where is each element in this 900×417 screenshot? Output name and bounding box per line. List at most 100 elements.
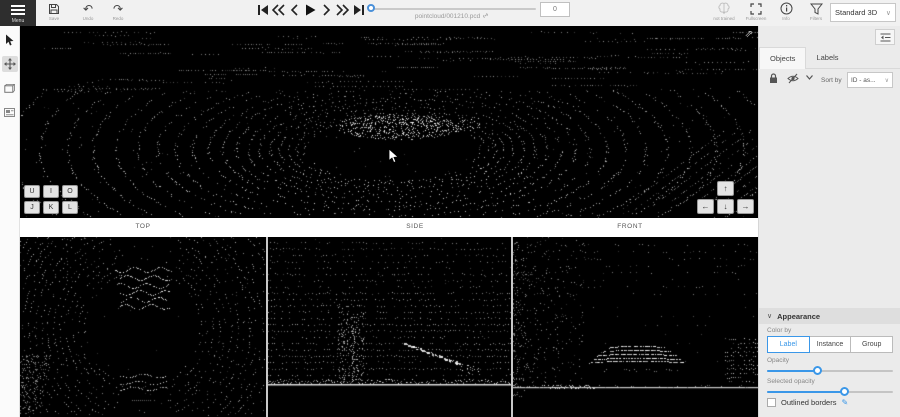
redo-icon: ↷ (113, 2, 123, 15)
move-icon (4, 58, 16, 70)
skip-end-button[interactable] (352, 3, 365, 17)
hide-eye-icon[interactable] (787, 73, 799, 84)
frame-number-input[interactable]: 0 (540, 2, 570, 17)
tab-objects[interactable]: Objects (759, 47, 806, 69)
expand-view-icon[interactable]: ⇗ (745, 29, 753, 40)
lock-icon[interactable] (769, 73, 778, 84)
objects-toolbar: Sort by ID - as... ∨ (759, 68, 900, 92)
pan-left-button[interactable]: ← (697, 199, 714, 214)
tool-sidebar (0, 26, 20, 417)
link-icon[interactable] (482, 12, 489, 19)
front-viewport[interactable] (513, 237, 758, 417)
frame-slider-track[interactable] (368, 8, 536, 10)
redo-label: Redo (113, 16, 124, 21)
filters-label: Filters (810, 16, 822, 21)
previous-frame-button[interactable] (288, 3, 301, 17)
filter-icon (810, 2, 823, 15)
front-view-canvas[interactable] (513, 237, 758, 417)
play-button[interactable] (304, 3, 317, 17)
front-view-label: FRONT (617, 223, 642, 230)
brain-icon (717, 2, 731, 15)
playback-controls (256, 3, 365, 17)
undo-button[interactable]: ↶ Undo (74, 2, 102, 25)
fullscreen-label: Fullscreen (746, 16, 767, 21)
sort-select-value: ID - as... (851, 77, 876, 84)
chevron-down-icon[interactable] (806, 75, 813, 80)
opacity-label: Opacity (767, 357, 789, 364)
selected-opacity-slider-fill (767, 391, 844, 393)
frame-slider-knob[interactable] (367, 4, 375, 12)
annotation-app: Menu Save ↶ Undo ↷ Redo (0, 0, 900, 417)
filters-button[interactable]: Filters (802, 2, 830, 25)
pan-arrow-pad: ↑ ← ↓ → (697, 181, 754, 214)
color-by-group-option[interactable]: Group (851, 336, 893, 353)
collapse-list-icon (880, 33, 891, 42)
fast-forward-button[interactable] (336, 3, 349, 17)
info-icon (780, 2, 793, 15)
key-j[interactable]: J (24, 201, 40, 214)
info-button[interactable]: Info (772, 2, 800, 25)
key-i[interactable]: I (43, 185, 59, 198)
chevron-down-icon: ∨ (886, 9, 891, 17)
skip-start-button[interactable] (256, 3, 269, 17)
edit-pencil-icon[interactable]: ✎ (841, 398, 848, 407)
current-filename: pointcloud/001210.pcd (415, 13, 480, 20)
menu-label: Menu (12, 18, 25, 24)
key-o[interactable]: O (62, 185, 78, 198)
color-by-instance-option[interactable]: Instance (810, 336, 852, 353)
pan-right-button[interactable]: → (737, 199, 754, 214)
selected-opacity-slider-knob[interactable] (840, 387, 849, 396)
chevron-down-icon: ∨ (767, 312, 772, 320)
side-viewport[interactable] (268, 237, 511, 417)
undo-icon: ↶ (83, 2, 93, 15)
fast-backward-button[interactable] (272, 3, 285, 17)
hamburger-icon (11, 3, 25, 17)
frame-slider[interactable] (368, 7, 536, 11)
sort-by-label: Sort by (821, 77, 842, 84)
menu-button[interactable]: Menu (0, 0, 36, 26)
top-viewport[interactable] (20, 237, 266, 417)
appearance-section-header[interactable]: ∨ Appearance (759, 308, 900, 324)
main-3d-viewport[interactable]: ⇗ U I O J K L ↑ ← ↓ → (20, 26, 758, 218)
outlined-borders-checkbox[interactable] (767, 398, 776, 407)
ai-assist-button[interactable]: not trained (710, 2, 738, 25)
key-k[interactable]: K (43, 201, 59, 214)
pointer-icon (5, 34, 15, 46)
top-view-label: TOP (135, 223, 150, 230)
selected-opacity-slider[interactable] (767, 387, 893, 397)
main-3d-canvas[interactable] (20, 26, 758, 218)
rotation-key-hints: U I O J K L (24, 185, 78, 214)
key-u[interactable]: U (24, 185, 40, 198)
pan-up-button[interactable]: ↑ (717, 181, 734, 196)
undo-label: Undo (83, 16, 94, 21)
ortho-label-strip: TOP SIDE FRONT (20, 218, 758, 237)
opacity-slider-fill (767, 370, 817, 372)
move-tool[interactable] (2, 56, 18, 72)
save-button[interactable]: Save (40, 2, 68, 25)
opacity-slider-knob[interactable] (813, 366, 822, 375)
projection-tool[interactable] (2, 104, 18, 120)
redo-button[interactable]: ↷ Redo (104, 2, 132, 25)
outlined-borders-row[interactable]: Outlined borders ✎ (767, 398, 848, 407)
opacity-slider[interactable] (767, 366, 893, 376)
pan-down-button[interactable]: ↓ (717, 199, 734, 214)
filename-row: pointcloud/001210.pcd (368, 12, 536, 20)
view-mode-select[interactable]: Standard 3D ∨ (830, 3, 896, 22)
selected-opacity-label: Selected opacity (767, 378, 815, 385)
tab-labels[interactable]: Labels (806, 47, 848, 68)
key-l[interactable]: L (62, 201, 78, 214)
outlined-borders-label: Outlined borders (781, 398, 836, 407)
color-by-label-option[interactable]: Label (767, 336, 810, 353)
fullscreen-button[interactable]: Fullscreen (742, 2, 770, 25)
top-view-canvas[interactable] (20, 237, 266, 417)
pointer-tool[interactable] (2, 32, 18, 48)
sort-select[interactable]: ID - as... ∨ (847, 72, 893, 88)
side-view-canvas[interactable] (268, 237, 511, 417)
chevron-down-icon: ∨ (885, 77, 889, 84)
next-frame-button[interactable] (320, 3, 333, 17)
box-tool[interactable] (2, 80, 18, 96)
save-icon (48, 2, 60, 15)
right-panel: Objects Labels Sort by ID - as... ∨ ∨ Ap… (758, 26, 900, 417)
collapse-panel-button[interactable] (875, 29, 895, 45)
view-mode-value: Standard 3D (835, 8, 877, 17)
